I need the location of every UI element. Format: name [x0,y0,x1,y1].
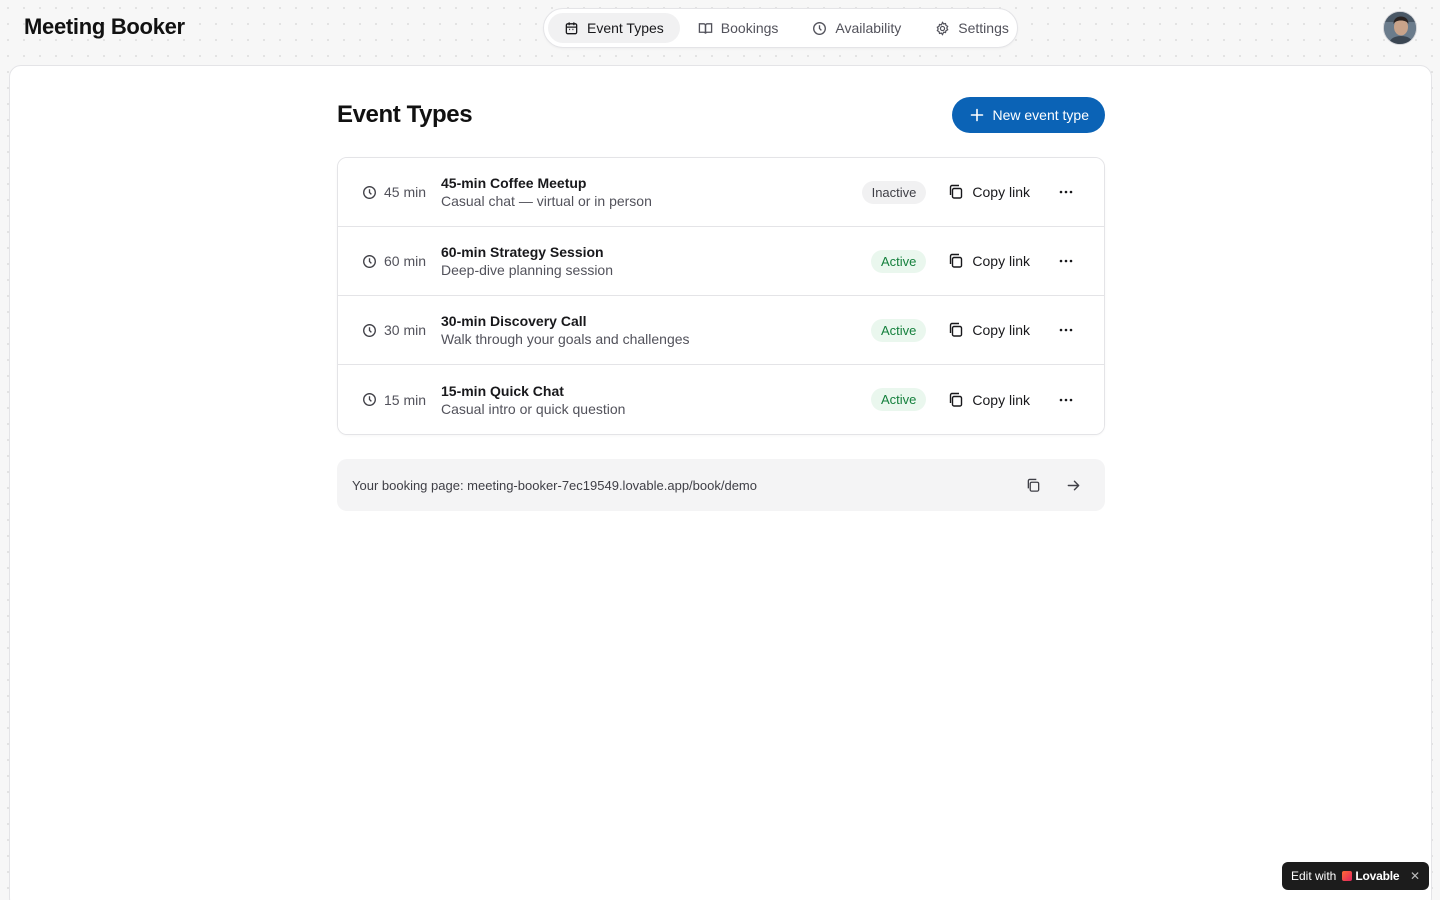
event-duration: 60 min [362,253,441,269]
edit-with-label: Edit with [1291,869,1337,883]
duration-label: 15 min [384,391,427,408]
copy-link-button[interactable]: Copy link [940,176,1038,208]
tab-label: Bookings [720,20,779,36]
copy-icon [1026,478,1041,493]
event-row[interactable]: 15 min 15-min Quick Chat Casual intro or… [338,365,1104,434]
event-name: 60-min Strategy Session [441,244,604,260]
calendar-icon [564,21,579,36]
event-info: 15-min Quick Chat Casual intro or quick … [441,382,871,418]
tab-availability[interactable]: Availability [796,13,917,43]
open-booking-page-button[interactable] [1057,469,1089,501]
copy-link-label: Copy link [972,391,1030,408]
copy-link-label: Copy link [972,322,1030,338]
new-event-type-label: New event type [992,107,1090,123]
page-header: Event Types New event type [337,97,1105,133]
booking-page-bar: Your booking page: meeting-booker-7ec195… [337,459,1105,511]
main-panel: Event Types New event type 45 min 45-min… [9,65,1432,900]
copy-link-label: Copy link [972,253,1030,269]
event-name: 30-min Discovery Call [441,313,587,329]
duration-label: 60 min [384,253,427,269]
more-options-button[interactable] [1052,178,1080,206]
event-info: 60-min Strategy Session Deep-dive planni… [441,243,871,279]
tab-label: Availability [835,20,902,36]
copy-link-button[interactable]: Copy link [940,384,1038,416]
clock-icon [362,323,377,338]
tab-label: Settings [958,20,1009,36]
plus-icon [970,108,984,122]
main-nav: Event Types Bookings Availability Settin… [543,8,1018,48]
status-badge: Active [871,249,927,273]
more-icon [1058,253,1074,269]
lovable-logo-icon [1342,871,1353,881]
event-duration: 45 min [362,184,441,200]
copy-link-label: Copy link [972,184,1030,200]
event-description: Casual chat — virtual or in person [441,193,652,209]
booking-page-link: Your booking page: meeting-booker-7ec195… [352,477,757,493]
more-options-button[interactable] [1052,316,1080,344]
lovable-brand: Lovable [1342,869,1400,883]
more-icon [1058,322,1074,338]
page-title: Event Types [337,101,473,128]
event-duration: 15 min [362,392,441,408]
status-badge: Inactive [861,180,927,204]
event-info: 30-min Discovery Call Walk through your … [441,312,871,348]
event-name: 15-min Quick Chat [441,382,564,399]
tab-bookings[interactable]: Bookings [682,13,795,43]
lovable-brand-label: Lovable [1355,869,1400,883]
copy-icon [948,253,964,269]
duration-label: 30 min [384,322,427,338]
clock-icon [362,254,377,269]
clock-icon [812,21,827,36]
event-row[interactable]: 45 min 45-min Coffee Meetup Casual chat … [338,158,1104,227]
copy-icon [948,184,964,200]
duration-label: 45 min [384,184,427,200]
more-options-button[interactable] [1052,247,1080,275]
event-type-list: 45 min 45-min Coffee Meetup Casual chat … [337,157,1105,435]
app-title: Meeting Booker [24,14,185,39]
clock-icon [362,185,377,200]
clock-icon [362,392,377,407]
status-badge: Active [871,388,927,411]
book-icon [698,21,713,36]
copy-link-button[interactable]: Copy link [940,245,1038,277]
event-description: Deep-dive planning session [441,262,613,278]
edit-with-lovable-badge[interactable]: Edit with Lovable ✕ [1282,862,1429,890]
tab-event-types[interactable]: Event Types [548,13,680,43]
event-name: 45-min Coffee Meetup [441,175,587,191]
tab-settings[interactable]: Settings [919,13,1025,43]
new-event-type-button[interactable]: New event type [951,97,1105,133]
event-description: Walk through your goals and challenges [441,331,690,347]
more-icon [1058,184,1074,200]
event-description: Casual intro or quick question [441,400,626,417]
copy-icon [948,322,964,338]
avatar[interactable] [1383,11,1417,45]
event-duration: 30 min [362,322,441,338]
event-row[interactable]: 30 min 30-min Discovery Call Walk throug… [338,296,1104,365]
copy-link-button[interactable]: Copy link [940,314,1038,346]
close-icon[interactable]: ✕ [1401,869,1429,883]
event-row[interactable]: 60 min 60-min Strategy Session Deep-dive… [338,227,1104,296]
arrow-right-icon [1066,478,1081,493]
content: Event Types New event type 45 min 45-min… [337,97,1105,511]
copy-booking-link-button[interactable] [1017,469,1049,501]
more-options-button[interactable] [1052,386,1080,414]
copy-icon [948,392,964,408]
event-info: 45-min Coffee Meetup Casual chat — virtu… [441,174,862,210]
gear-icon [935,20,950,36]
tab-label: Event Types [587,20,664,36]
more-icon [1058,392,1074,408]
status-badge: Active [871,318,927,342]
